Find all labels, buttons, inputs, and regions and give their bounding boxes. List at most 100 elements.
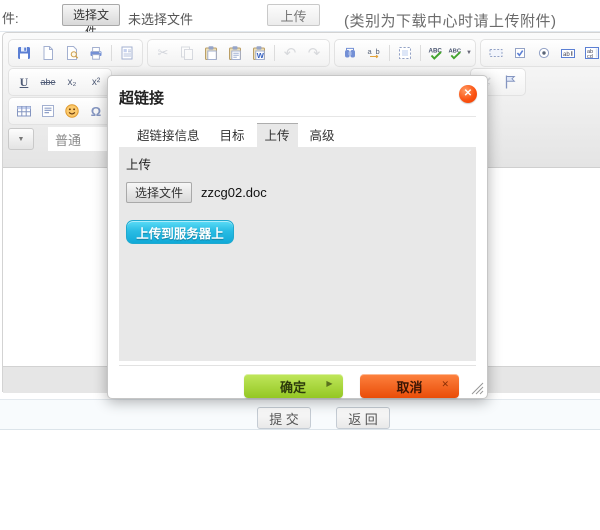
dialog-tabs: 超链接信息目标上传高级 <box>119 123 476 147</box>
cut-button: ✂ <box>151 41 175 65</box>
dialog-tab-1[interactable]: 超链接信息 <box>129 124 208 148</box>
replace-button[interactable]: ab <box>362 41 386 65</box>
paste-button[interactable] <box>199 41 223 65</box>
hidden-field-icon <box>488 45 504 61</box>
spell-check-button[interactable]: ABC <box>424 41 448 65</box>
hidden-field-button[interactable] <box>484 41 508 65</box>
toolbar-group: Uabe x₂ x² <box>8 68 112 96</box>
checkbox-button[interactable] <box>508 41 532 65</box>
toolbar-group: ab abcd <box>480 39 600 67</box>
bottom-action-bar: 提 交 返 回 <box>0 399 600 430</box>
toolbar-separator <box>274 45 275 61</box>
copy-icon <box>179 45 195 61</box>
toolbar-separator <box>389 45 390 61</box>
dialog-tab-4[interactable]: 高级 <box>302 124 343 148</box>
paste-word-button[interactable]: W <box>247 41 271 65</box>
dialog-title-divider <box>119 116 476 117</box>
find-icon <box>342 45 358 61</box>
dialog-footer: 确定▶ 取消✕ <box>119 365 476 398</box>
dialog-close-button[interactable]: ✕ <box>459 85 477 103</box>
dialog-tab-2[interactable]: 目标 <box>212 124 253 148</box>
subscript-button[interactable]: x₂ <box>60 70 84 94</box>
dialog-tab-3[interactable]: 上传 <box>257 123 298 147</box>
textarea-icon: abcd <box>584 45 600 61</box>
textarea-button[interactable]: abcd <box>580 41 600 65</box>
combo-dropdown-button[interactable]: ▼ <box>8 128 34 150</box>
templates-button[interactable] <box>115 41 139 65</box>
select-all-button[interactable] <box>393 41 417 65</box>
svg-text:ab: ab <box>563 52 570 58</box>
print-button[interactable] <box>84 41 108 65</box>
toolbar-separator <box>420 45 421 61</box>
paste-icon <box>203 45 219 61</box>
submit-button[interactable]: 提 交 <box>257 407 311 429</box>
svg-text:b: b <box>376 47 380 56</box>
ok-button-label: 确定 <box>280 380 306 395</box>
attachment-row: 件: 选择文件 未选择文件 上传 (类别为下载中心时请上传附件) <box>0 0 600 32</box>
special-char-icon: Ω <box>91 104 101 119</box>
smiley-icon <box>64 103 80 119</box>
back-button[interactable]: 返 回 <box>336 407 390 429</box>
cut-icon: ✂ <box>158 45 169 61</box>
undo-icon: ↶ <box>284 46 297 61</box>
table-icon <box>16 103 32 119</box>
text-field-button[interactable]: ab <box>556 41 580 65</box>
save-icon <box>16 45 32 61</box>
upload-field-label: 上传 <box>126 154 470 173</box>
redo-icon: ↷ <box>308 46 321 61</box>
undo-button: ↶ <box>278 41 302 65</box>
copy-button <box>175 41 199 65</box>
toolbar-group: ✂ W ↶ ↷ <box>147 39 330 67</box>
preview-button[interactable] <box>60 41 84 65</box>
dialog-resize-grip[interactable] <box>469 380 484 395</box>
cancel-button[interactable]: 取消✕ <box>360 374 459 398</box>
upload-tab-panel: 上传 选择文件 zzcg02.doc 上传到服务器上 <box>119 147 476 361</box>
anchor-icon <box>502 74 518 90</box>
upload-button[interactable]: 上传 <box>267 4 320 26</box>
paste-text-button[interactable] <box>223 41 247 65</box>
chevron-down-icon: ▼ <box>18 136 25 143</box>
paste-word-icon: W <box>251 45 267 61</box>
new-page-button[interactable] <box>36 41 60 65</box>
close-icon: ✕ <box>464 88 472 99</box>
underline-button[interactable]: U <box>12 70 36 94</box>
attachment-label: 件: <box>2 8 19 27</box>
redo-button: ↷ <box>302 41 326 65</box>
text-field-icon: ab <box>560 45 576 61</box>
dialog-title: 超链接 <box>119 87 476 108</box>
send-to-server-button[interactable]: 上传到服务器上 <box>126 220 234 244</box>
spell-check-icon: ABC <box>428 45 444 61</box>
new-page-icon <box>40 45 56 61</box>
scayt-button[interactable]: ABC▼ <box>448 41 472 65</box>
file-input-row: 选择文件 zzcg02.doc <box>125 182 470 203</box>
anchor-button[interactable] <box>498 70 522 94</box>
format-combo-value: 普通 <box>55 130 81 149</box>
attachment-hint: (类别为下载中心时请上传附件) <box>344 10 557 31</box>
choose-file-button[interactable]: 选择文件 <box>62 4 120 26</box>
smiley-button[interactable] <box>60 99 84 123</box>
paste-text-icon <box>227 45 243 61</box>
dialog-choose-file-button[interactable]: 选择文件 <box>126 182 192 203</box>
subscript-icon: x₂ <box>68 77 77 88</box>
dropdown-arrow-icon: ▼ <box>466 50 472 56</box>
selected-file-name: zzcg02.doc <box>201 185 267 200</box>
strike-button[interactable]: abe <box>36 70 60 94</box>
hyperlink-dialog: 超链接 ✕ 超链接信息目标上传高级 上传 选择文件 zzcg02.doc 上传到… <box>107 75 488 399</box>
replace-icon: ab <box>366 45 382 61</box>
superscript-icon: x² <box>92 77 100 88</box>
strike-icon: abe <box>40 77 55 87</box>
div-container-icon <box>40 103 56 119</box>
radio-button[interactable] <box>532 41 556 65</box>
toolbar-group <box>8 39 143 67</box>
div-container-button[interactable] <box>36 99 60 123</box>
save-button[interactable] <box>12 41 36 65</box>
superscript-button[interactable]: x² <box>84 70 108 94</box>
cancel-x-icon: ✕ <box>441 379 449 390</box>
checkbox-icon <box>512 45 528 61</box>
special-char-button[interactable]: Ω <box>84 99 108 123</box>
table-button[interactable] <box>12 99 36 123</box>
print-icon <box>88 45 104 61</box>
svg-text:cd: cd <box>587 54 593 60</box>
ok-button[interactable]: 确定▶ <box>244 374 343 398</box>
find-button[interactable] <box>338 41 362 65</box>
